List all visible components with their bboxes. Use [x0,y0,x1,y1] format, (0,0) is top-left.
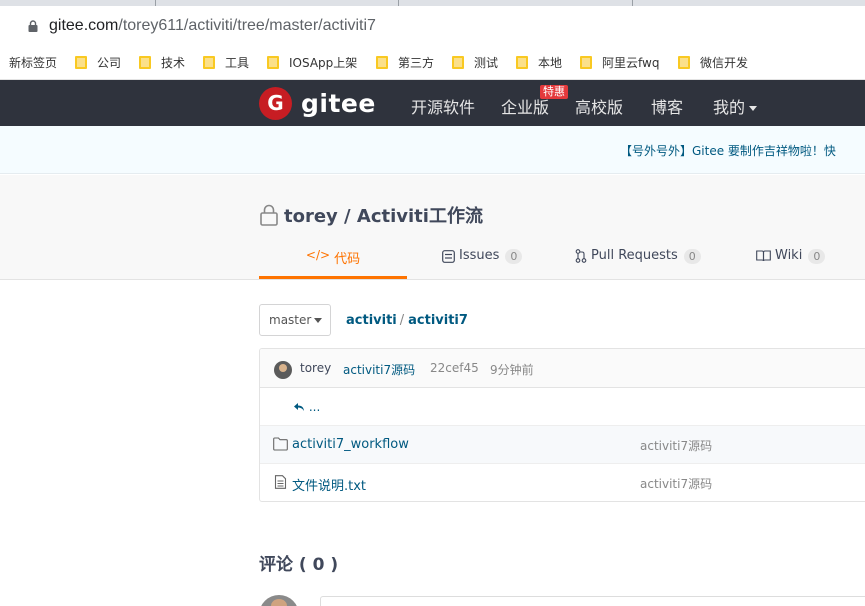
bookmark-folder[interactable]: IOSApp上架 [267,53,357,71]
commit-message[interactable]: activiti7源码 [343,361,415,378]
gitee-logo[interactable]: G gitee [259,87,376,120]
folder-icon [580,55,592,69]
bookmark-folder[interactable]: 技术 [139,53,185,71]
nav-mine-label: 我的 [713,98,746,117]
caret-down-icon [749,106,758,111]
commit-sha[interactable]: 22cef45 [430,361,479,375]
parent-directory-row[interactable]: ... [260,388,865,426]
avatar[interactable] [274,361,292,379]
tab-count: 0 [505,249,523,264]
bookmark-label: 技术 [161,55,186,70]
gitee-logo-icon: G [259,87,292,120]
tab-issues[interactable]: Issues 0 [442,248,523,278]
nav-blog[interactable]: 博客 [651,94,683,118]
folder-icon [267,55,279,69]
bookmark-label: 工具 [225,55,250,70]
lock-icon[interactable] [27,20,39,32]
announcement-text[interactable]: 【号外号外】Gitee 要制作吉祥物啦！快 [620,142,836,159]
caret-down-icon [314,318,323,323]
url-text[interactable]: gitee.com/torey611/activiti/tree/master/… [49,16,376,36]
file-name[interactable]: activiti7_workflow [292,437,409,452]
folder-icon [516,55,528,69]
breadcrumb-current[interactable]: activiti7 [408,313,468,328]
text-file-icon [274,475,287,489]
tab-label: Wiki [775,248,803,263]
pull-request-icon [575,249,587,263]
bookmark-folder[interactable]: 工具 [203,53,249,71]
tab-count: 0 [683,249,701,264]
breadcrumb-root[interactable]: activiti [346,313,397,328]
folder-icon [75,55,87,69]
folder-icon [203,55,215,69]
comments-title: 评论 ( 0 ) [259,555,339,575]
nav-mine[interactable]: 我的 [713,94,758,118]
latest-commit: torey activiti7源码 22cef45 9分钟前 [260,349,865,388]
address-bar[interactable]: gitee.com/torey611/activiti/tree/master/… [0,6,865,44]
bookmark-new-tab[interactable]: 新标签页 [9,53,57,71]
bookmark-label: 测试 [474,55,499,70]
bookmark-label: 新标签页 [9,55,58,70]
project-name[interactable]: torey / Activiti工作流 [284,202,483,228]
code-icon: </> [305,248,331,262]
tab-label: Pull Requests [591,248,678,263]
url-path: /torey611/activiti/tree/master/activiti7 [118,17,376,34]
bookmark-folder[interactable]: 本地 [516,53,562,71]
branch-name: master [269,313,312,327]
bookmark-folder[interactable]: 阿里云fwq [580,53,659,71]
tab-label: Issues [459,248,500,263]
file-commit-message[interactable]: activiti7源码 [640,437,712,454]
path-breadcrumb: activiti / activiti7 [346,313,468,328]
bookmark-label: 第三方 [398,55,435,70]
gitee-wordmark: gitee [301,89,376,118]
nav-open-source[interactable]: 开源软件 [411,94,475,118]
bookmark-label: 微信开发 [700,55,749,70]
branch-select[interactable]: master [259,304,331,336]
commit-author[interactable]: torey [300,361,331,375]
comment-input[interactable] [320,596,865,606]
bookmark-folder[interactable]: 第三方 [376,53,434,71]
site-header: G gitee 开源软件 企业版 高校版 博客 我的 [0,80,865,126]
bookmark-label: 阿里云fwq [602,55,660,70]
folder-icon [452,55,464,69]
file-row[interactable]: activiti7_workflow activiti7源码 [260,426,865,464]
issues-icon [442,250,455,263]
file-name[interactable]: 文件说明.txt [292,475,366,494]
breadcrumb-separator: / [399,313,405,328]
tab-count: 0 [808,249,826,264]
url-host: gitee.com [49,17,119,34]
folder-icon [139,55,151,69]
bookmark-label: 公司 [97,55,122,70]
file-tree: torey activiti7源码 22cef45 9分钟前 ... activ… [259,348,865,502]
nav-education[interactable]: 高校版 [575,94,623,118]
bookmark-folder[interactable]: 微信开发 [678,53,748,71]
bookmark-label: 本地 [538,55,563,70]
folder-icon [376,55,388,69]
file-row[interactable]: 文件说明.txt activiti7源码 [260,464,865,501]
avatar [259,595,299,606]
wiki-book-icon [756,250,771,262]
project-title: torey / Activiti工作流 [259,202,483,228]
tab-code[interactable]: </> 代码 [259,248,407,279]
bookmark-folder[interactable]: 测试 [452,53,498,71]
promo-badge: 特惠 [540,85,568,99]
tab-wiki[interactable]: Wiki 0 [756,248,826,278]
bookmark-folder[interactable]: 公司 [75,53,121,71]
bookmark-label: IOSApp上架 [289,55,358,70]
private-lock-icon [260,204,278,226]
announcement-bar: 【号外号外】Gitee 要制作吉祥物啦！快 [0,126,865,174]
tab-label: 代码 [334,252,361,267]
commit-time: 9分钟前 [490,363,534,377]
project-header: torey / Activiti工作流 </> 代码 Issues 0 Pull… [0,175,865,280]
folder-icon [678,55,690,69]
file-commit-message[interactable]: activiti7源码 [640,475,712,492]
tab-pull-requests[interactable]: Pull Requests 0 [575,248,701,278]
parent-directory-link[interactable]: ... [293,400,320,414]
bookmarks-bar: 新标签页 公司 技术 工具 IOSApp上架 第三方 测试 本地 阿里云fwq … [0,44,865,80]
parent-label: ... [308,400,321,414]
return-arrow-icon [294,403,304,411]
folder-icon [273,437,288,451]
